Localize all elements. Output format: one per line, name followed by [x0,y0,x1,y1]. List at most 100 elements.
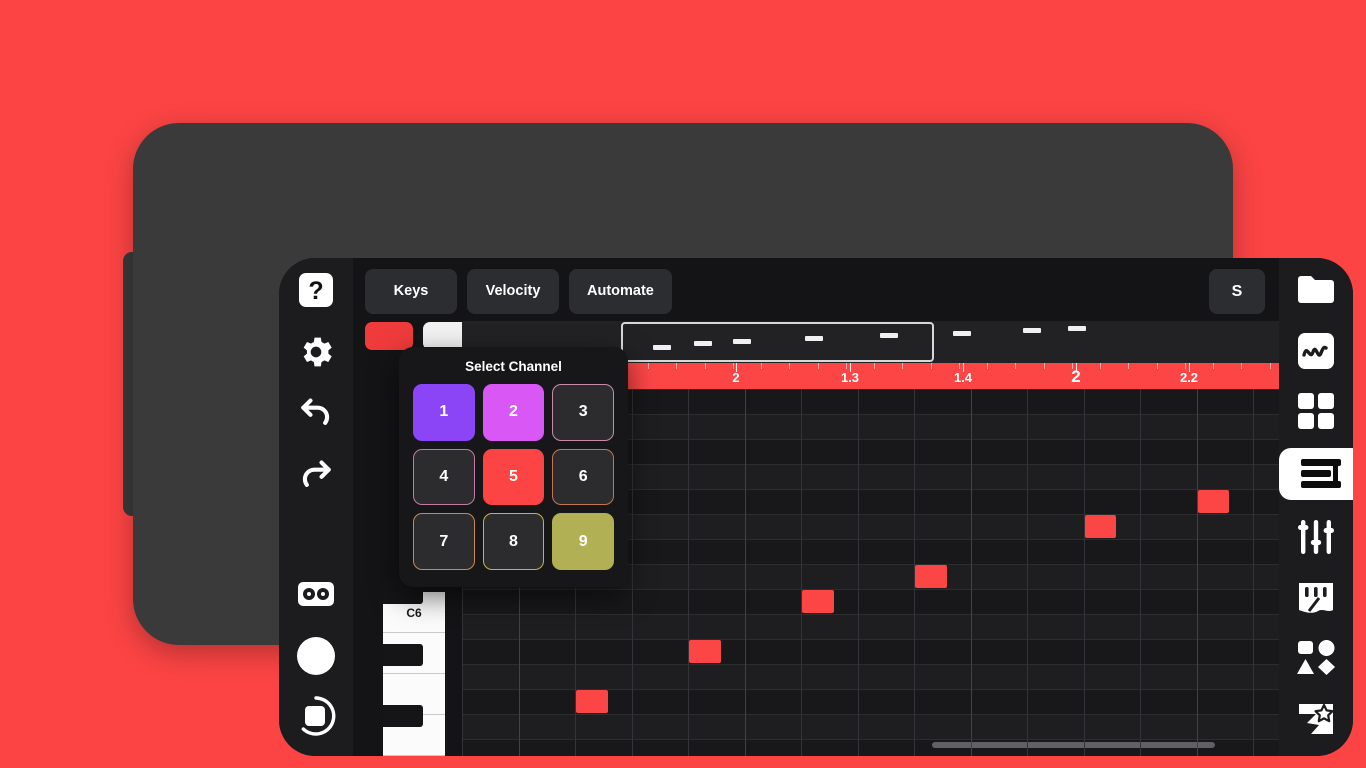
grid-icon[interactable] [1292,388,1340,436]
ruler-label-2: 1.4 [953,370,973,385]
midi-note[interactable] [1197,490,1229,513]
ruler-tick [845,363,847,369]
midi-note[interactable] [802,590,834,613]
channel-pad-1[interactable]: 1 [413,384,475,441]
grid-vertical-line [631,389,633,756]
grid-vertical-line [801,389,802,756]
ruler-tick [1100,363,1101,369]
minimap-note [1023,328,1041,333]
redo-icon[interactable] [292,452,340,500]
ruler-tick [1184,363,1186,369]
ruler-tick [1156,363,1158,369]
grid-vertical-line [1196,389,1198,756]
ruler-tick [1241,363,1243,369]
pill-row [365,322,471,350]
popup-title: Select Channel [465,359,562,374]
grid-vertical-line [1027,389,1028,756]
grid-vertical-line [857,389,859,756]
channel-pad-9[interactable]: 9 [552,513,614,570]
device-screen: ? Keys Velocity Automate S 2 1.3 1.4 2 2… [279,258,1353,756]
grid-row-band [462,714,1279,739]
ruler-tick [732,363,734,369]
grid-vertical-line [744,389,746,756]
channel-pad-8[interactable]: 8 [482,513,545,570]
record-icon[interactable] [292,632,340,680]
midi-note[interactable] [1084,515,1116,538]
svg-text:?: ? [308,277,323,305]
ruler-tick [874,363,875,369]
folder-icon[interactable] [1292,266,1340,314]
waveform-icon[interactable] [1292,327,1340,375]
ruler-tick [704,363,706,369]
channel-pad-7[interactable]: 7 [413,513,475,570]
fx-icon[interactable] [1292,695,1340,743]
tab-automate[interactable]: Automate [569,268,672,314]
ruler-tick [987,363,988,369]
channel-pad-6[interactable]: 6 [552,448,614,506]
channel-pad-grid: 123 456 789 [413,384,614,570]
channel-pad-3[interactable]: 3 [552,384,614,441]
midi-note[interactable] [576,690,608,713]
solo-button[interactable]: S [1209,269,1265,314]
help-icon[interactable]: ? [292,266,340,314]
grid-row-band [462,614,1279,639]
undo-icon[interactable] [292,390,340,438]
piano-black-key[interactable] [383,644,423,666]
editor-toolbar: Keys Velocity Automate S [353,258,1279,324]
sampler-icon[interactable] [1292,574,1340,622]
grid-horizontal-line [462,714,1279,715]
piano-roll-icon[interactable] [1279,448,1353,500]
horizontal-scrollbar[interactable] [932,742,1215,748]
piano-key-label: C6 [406,606,422,620]
grid-horizontal-line [462,614,1279,615]
gear-icon[interactable] [292,328,340,376]
channel-pad-2[interactable]: 2 [482,384,545,441]
ruler-tick [958,363,960,369]
ruler-tick [648,363,649,369]
midi-note[interactable] [689,640,721,663]
record-pill[interactable] [365,322,413,350]
ruler-tick [1269,363,1271,369]
select-channel-popup: Select Channel 123 456 789 [399,347,628,587]
ruler-tick [817,363,819,369]
ruler-tick [902,363,904,369]
ruler-tick [1213,363,1214,369]
channel-pad-4[interactable]: 4 [413,448,475,506]
tab-velocity[interactable]: Velocity [467,268,559,314]
piano-keyboard[interactable]: C6 [383,582,445,756]
ruler-tick [676,363,678,369]
minimap-note [953,331,971,336]
piano-black-key[interactable] [383,705,423,727]
ruler-label-3: 2 [1071,367,1081,386]
tab-keys[interactable]: Keys [365,268,457,314]
grid-row-band [462,664,1279,689]
stop-loop-icon[interactable] [292,692,340,740]
grid-vertical-line [1140,389,1141,756]
shapes-icon[interactable] [1292,634,1340,682]
grid-horizontal-line [462,639,1279,640]
grid-horizontal-line [462,739,1279,740]
grid-horizontal-line [462,589,1279,590]
ruler-tick [930,363,932,369]
ruler-tick [1015,363,1017,369]
grid-horizontal-line [462,664,1279,665]
ruler-label-1: 1.3 [840,370,860,385]
ruler-tick [789,363,791,369]
minimap-viewport[interactable] [621,322,934,362]
midi-note[interactable] [915,565,947,588]
grid-vertical-line [688,389,689,756]
mixer-icon[interactable] [1292,513,1340,561]
ruler-tick [1128,363,1130,369]
channel-pad-5[interactable]: 5 [482,448,545,506]
minimap-note [1068,326,1086,331]
grid-vertical-line [1083,389,1085,756]
ruler-label-0: 2 [732,370,740,385]
ruler-tick [1043,363,1045,369]
ruler-tick [761,363,762,369]
device-frame: ? Keys Velocity Automate S 2 1.3 1.4 2 2… [133,123,1353,756]
left-toolbar: ? [279,258,353,756]
grid-vertical-line [1253,389,1254,756]
tape-icon[interactable] [292,570,340,618]
grid-vertical-line [970,389,972,756]
ruler-label-4: 2.2 [1179,370,1199,385]
